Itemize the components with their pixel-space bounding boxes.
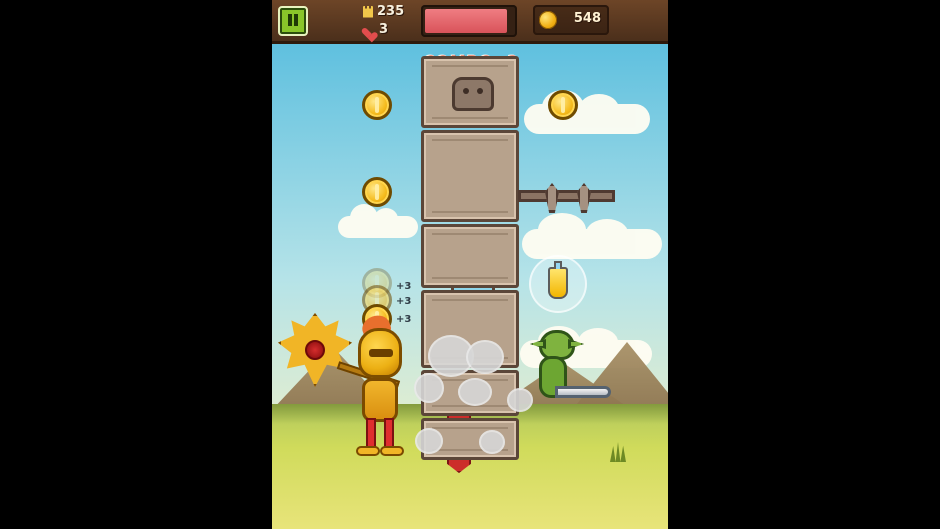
top-hud: 235 3 548 [272,0,668,44]
lives-value: 3 [379,22,389,37]
cloud [524,90,650,134]
tower-height-display: 235 [363,4,404,19]
tower-height-value: 235 [377,4,405,19]
coin-pickup [362,90,392,120]
dust-cloud [479,430,505,454]
armor-body [362,378,398,422]
game-stage: 235 3 548 COMBO×3 +3 +3 +3 [272,0,668,529]
potion-bubble [529,255,587,313]
coin-bonus-popup: +3 [396,281,412,292]
dust-cloud [466,340,504,374]
dust-cloud [458,378,492,406]
tower-segment [421,224,519,473]
coin-pickup [548,90,578,120]
helmet [358,328,402,378]
potion-icon [548,261,568,299]
coin-bonus-popup: +3 [396,296,412,307]
coin-total-display: 548 [533,5,609,35]
coin-bonus-popup: +3 [396,314,412,325]
lives-display: 3 [363,22,388,37]
coin-icon [539,11,557,29]
tower-segment [421,56,519,128]
health-bar-fill [425,9,507,33]
knight-boot [356,446,380,456]
goblin-enemy [527,322,611,404]
tower-icon [363,5,373,18]
cloud [522,213,662,259]
cloud [338,204,418,238]
coin-total-value: 548 [573,11,601,26]
knight-character [278,311,422,458]
gargoyle-icon [452,77,494,111]
coin-pickup [362,177,392,207]
health-bar [421,5,517,37]
tower-segment [421,130,519,295]
pause-button[interactable] [278,6,308,36]
heart-icon [361,22,378,39]
spike-trap [518,183,615,213]
sword-icon [555,386,611,398]
knight-boot [380,446,404,456]
